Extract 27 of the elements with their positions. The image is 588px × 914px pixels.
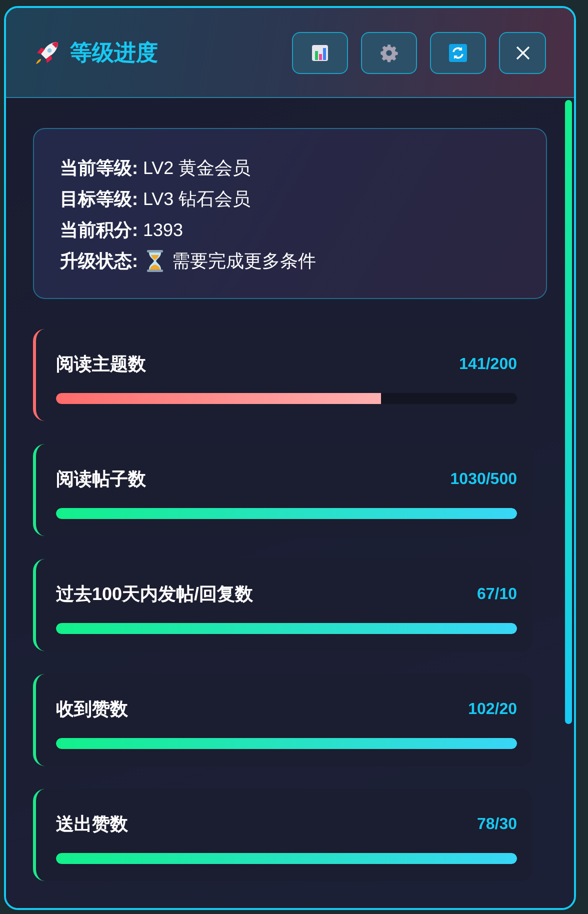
info-line: 当前积分: 1393 <box>60 219 184 242</box>
status-text: 需要完成更多条件 <box>172 250 316 273</box>
panel-title: 等级进度 <box>70 39 158 67</box>
close-button[interactable] <box>499 32 546 74</box>
hourglass-icon <box>146 250 164 272</box>
requirement-count: 1030/500 <box>450 470 517 490</box>
rocket-icon <box>34 40 60 66</box>
scrollbar-thumb[interactable] <box>565 100 572 724</box>
info-line: 当前等级: LV2 黄金会员 <box>60 157 252 180</box>
requirement-name: 送出赞数 <box>56 813 128 836</box>
requirement-name: 阅读帖子数 <box>56 468 146 491</box>
settings-button[interactable] <box>361 32 417 74</box>
chart-button[interactable] <box>292 32 348 74</box>
refresh-button[interactable] <box>430 32 486 74</box>
requirement-count: 102/20 <box>468 700 517 720</box>
refresh-icon <box>449 44 467 62</box>
close-icon <box>514 44 530 60</box>
status-label: 升级状态: <box>60 250 138 273</box>
requirement-name: 阅读主题数 <box>56 353 146 376</box>
settings-icon <box>379 42 399 62</box>
info-line: 目标等级: LV3 钻石会员 <box>60 188 252 211</box>
requirement-count: 67/10 <box>476 584 517 604</box>
requirement-name: 收到赞数 <box>56 698 128 721</box>
requirement-count: 78/30 <box>476 814 517 834</box>
bar-chart-icon <box>311 44 329 62</box>
requirement-name: 过去100天内发帖/回复数 <box>56 583 254 606</box>
requirement-count: 141/200 <box>459 354 517 374</box>
